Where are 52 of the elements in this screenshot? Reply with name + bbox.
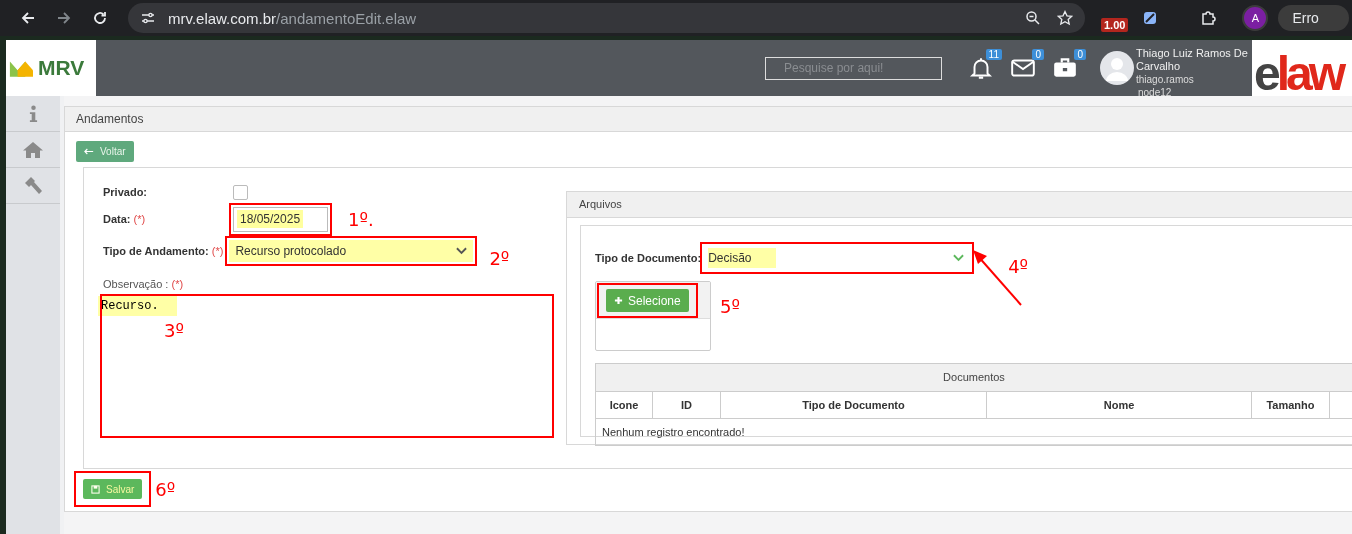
- user-avatar[interactable]: [1100, 51, 1134, 85]
- caret-icon: [456, 247, 468, 255]
- info-icon[interactable]: [28, 103, 38, 124]
- private-checkbox[interactable]: [233, 184, 248, 200]
- count-badge: 11: [985, 49, 1002, 60]
- reload-icon[interactable]: [92, 10, 108, 26]
- column-header[interactable]: ID: [653, 392, 721, 418]
- server-node-label: node12: [1137, 86, 1173, 99]
- panel-title: Andamentos: [65, 107, 1352, 132]
- count-badge: 0: [1074, 49, 1086, 60]
- step-annotation: 3º: [164, 320, 184, 341]
- left-arrow-icon: [84, 148, 94, 155]
- caret-icon: [953, 253, 965, 262]
- home-icon[interactable]: [23, 139, 43, 160]
- field-label: Data: (*): [103, 213, 147, 225]
- forward-icon[interactable]: [56, 10, 72, 26]
- address-bar[interactable]: mrv.elaw.com.br/andamentoEdit.elaw: [128, 3, 1085, 33]
- back-icon[interactable]: [20, 10, 36, 26]
- field-label: Privado:: [103, 186, 148, 198]
- mrv-logo[interactable]: MRV: [6, 40, 96, 96]
- star-icon[interactable]: [1057, 10, 1073, 26]
- field-label: Tipo de Documento:: [595, 251, 702, 264]
- step-annotation: 4º: [1008, 256, 1029, 277]
- step-annotation: 6º: [155, 478, 176, 500]
- error-button[interactable]: Erro: [1278, 5, 1349, 31]
- step-annotation: 2º: [489, 247, 510, 269]
- puzzle-icon[interactable]: [1200, 10, 1217, 26]
- step-annotation: 1º.: [348, 208, 374, 230]
- extension-badge[interactable]: 1.00: [1101, 18, 1129, 32]
- files-panel-title: Arquivos: [567, 192, 1352, 218]
- count-badge: 0: [1032, 49, 1044, 60]
- save-icon: [91, 484, 100, 494]
- step-annotation: 5º: [720, 296, 740, 317]
- zoom-icon[interactable]: [1025, 10, 1041, 26]
- table-caption: Documentos: [596, 364, 1352, 392]
- extension-icon[interactable]: [1142, 10, 1159, 26]
- field-label: Observação : (*): [103, 278, 185, 290]
- column-header[interactable]: Icone: [596, 392, 653, 418]
- column-header[interactable]: Tamanho: [1252, 392, 1330, 418]
- elaw-logo: elaw: [1253, 52, 1343, 96]
- field-label: Tipo de Andamento: (*): [103, 245, 224, 257]
- profile-avatar[interactable]: A: [1242, 5, 1269, 31]
- user-login: thiago.ramos: [1136, 73, 1195, 86]
- user-name: Thiago Luiz Ramos De Carvalho: [1136, 47, 1249, 73]
- column-header[interactable]: Tipo de Documento: [721, 392, 987, 418]
- plus-icon: [614, 296, 623, 305]
- url-text: mrv.elaw.com.br/andamentoEdit.elaw: [168, 9, 417, 27]
- gavel-icon[interactable]: [23, 175, 43, 196]
- empty-message: Nenhum registro encontrado!: [601, 425, 746, 440]
- column-header[interactable]: Nome: [987, 392, 1252, 418]
- site-settings-icon[interactable]: [140, 10, 156, 26]
- observation-textarea[interactable]: Recurso. 3º: [101, 295, 553, 437]
